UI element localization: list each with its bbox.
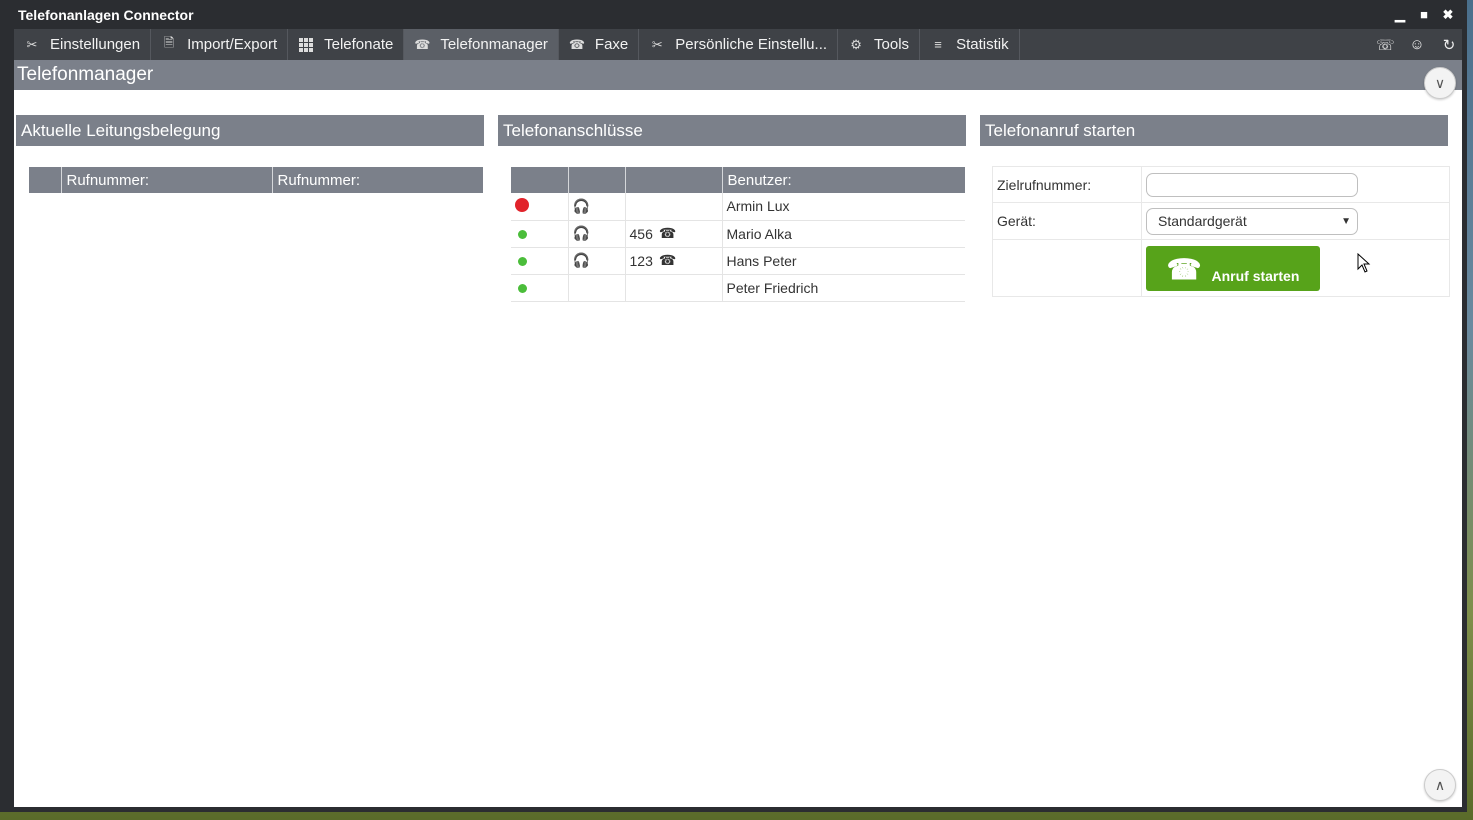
tab-label: Tools <box>874 36 910 53</box>
target-number-input[interactable] <box>1146 172 1358 197</box>
device-label: Gerät: <box>993 203 1142 239</box>
column-header <box>29 167 62 193</box>
headset-icon: 🎧 <box>572 197 590 214</box>
table-row[interactable]: 🎧 Armin Lux <box>511 193 965 221</box>
maximize-icon[interactable]: ■ <box>1417 7 1431 23</box>
column-header <box>511 167 569 193</box>
main-nav: ✂ Einstellungen 🗎 Import/Export Telefona… <box>14 29 1462 60</box>
tab-label: Persönliche Einstellu... <box>675 36 828 53</box>
window-title: Telefonanlagen Connector <box>18 6 194 23</box>
phone-icon[interactable]: ☎ <box>659 252 676 269</box>
lines-panel-title: Aktuelle Leitungsbelegung <box>16 115 484 146</box>
chevron-up-icon: ∧ <box>1434 776 1446 793</box>
status-online-icon <box>518 256 527 266</box>
device-select[interactable]: Standardgerät ▼ <box>1146 207 1358 235</box>
table-row[interactable]: 🎧 123 ☎ Hans Peter <box>511 247 965 275</box>
tab-import-export[interactable]: 🗎 Import/Export <box>151 29 289 60</box>
wrench-icon: ✂ <box>651 36 663 52</box>
phone-icon: ☎ <box>414 36 431 52</box>
start-call-button[interactable]: ☎ Anruf starten <box>1146 245 1320 291</box>
column-header <box>568 167 626 193</box>
mouse-cursor-icon <box>1357 253 1371 273</box>
refresh-icon[interactable]: ↻ <box>1440 36 1458 54</box>
tab-label: Einstellungen <box>50 36 141 53</box>
chevron-down-icon: ∨ <box>1434 74 1446 91</box>
extension-number: 123 <box>629 252 653 269</box>
call-form: Zielrufnummer: Gerät: Standardgerät ▼ ☎ <box>992 166 1450 297</box>
tab-einstellungen[interactable]: ✂ Einstellungen <box>14 29 152 60</box>
dropdown-arrow-icon: ▼ <box>1341 215 1351 227</box>
close-icon[interactable]: ✖ <box>1441 7 1455 23</box>
tab-tools[interactable]: ⚙ Tools <box>838 29 921 60</box>
phone-user-icon[interactable]: ☏ <box>1376 36 1395 54</box>
headset-icon: 🎧 <box>572 225 590 241</box>
phone-icon: ☎ <box>568 36 586 52</box>
scroll-top-button[interactable]: ∧ <box>1424 769 1456 801</box>
extension-number: 456 <box>629 225 653 242</box>
tab-label: Import/Export <box>187 36 278 53</box>
tab-telefonate[interactable]: Telefonate <box>288 29 405 60</box>
page-title: Telefonmanager <box>14 60 1462 90</box>
phone-icon[interactable]: ☎ <box>659 225 676 242</box>
app-window: Telefonanlagen Connector ▁ ■ ✖ ✂ Einstel… <box>0 0 1467 812</box>
ports-table: Benutzer: 🎧 Armin Lux 🎧 456 ☎ Mario Alka … <box>511 167 965 302</box>
column-header: Rufnummer: <box>272 167 483 193</box>
table-row[interactable]: 🎧 456 ☎ Mario Alka <box>511 220 965 248</box>
tab-telefonmanager[interactable]: ☎ Telefonmanager <box>404 29 559 60</box>
empty-label <box>993 240 1142 296</box>
device-selected-value: Standardgerät <box>1158 213 1247 229</box>
status-online-icon <box>518 229 527 239</box>
user-name: Peter Friedrich <box>722 274 965 302</box>
main-content: Telefonmanager ∨ Aktuelle Leitungsbelegu… <box>14 60 1462 807</box>
ports-panel-title: Telefonanschlüsse <box>498 115 966 146</box>
user-name: Hans Peter <box>722 247 965 275</box>
tab-persoenliche-einstellungen[interactable]: ✂ Persönliche Einstellu... <box>639 29 839 60</box>
call-panel-title: Telefonanruf starten <box>980 115 1448 146</box>
tools-icon: ⚙ <box>850 36 862 52</box>
user-name: Armin Lux <box>722 193 965 221</box>
phone-icon: ☎ <box>1166 253 1202 285</box>
table-row[interactable]: Peter Friedrich <box>511 274 965 302</box>
wrench-icon: ✂ <box>26 36 38 52</box>
document-icon: 🗎 <box>163 34 175 50</box>
title-bar: Telefonanlagen Connector ▁ ■ ✖ <box>0 0 1467 29</box>
tab-label: Statistik <box>956 36 1009 53</box>
column-header <box>625 167 723 193</box>
target-number-label: Zielrufnummer: <box>993 167 1142 202</box>
tab-faxe[interactable]: ☎ Faxe <box>559 29 640 60</box>
headset-icon: 🎧 <box>572 252 590 268</box>
lines-table: Rufnummer: Rufnummer: <box>29 167 483 193</box>
collapse-button[interactable]: ∨ <box>1424 67 1456 99</box>
status-busy-icon <box>515 197 529 212</box>
status-online-icon <box>518 283 527 293</box>
user-name: Mario Alka <box>722 220 965 248</box>
grid-icon <box>298 37 314 53</box>
tab-statistik[interactable]: ≡ Statistik <box>920 29 1020 60</box>
tab-label: Faxe <box>594 36 629 53</box>
column-header: Rufnummer: <box>61 167 273 193</box>
contact-icon[interactable]: ☺ <box>1408 36 1426 53</box>
column-header: Benutzer: <box>722 167 965 193</box>
start-call-label: Anruf starten <box>1211 267 1300 284</box>
tab-label: Telefonmanager <box>440 36 548 53</box>
tab-label: Telefonate <box>324 36 394 53</box>
minimize-icon[interactable]: ▁ <box>1393 7 1407 23</box>
chart-icon: ≡ <box>934 37 942 52</box>
